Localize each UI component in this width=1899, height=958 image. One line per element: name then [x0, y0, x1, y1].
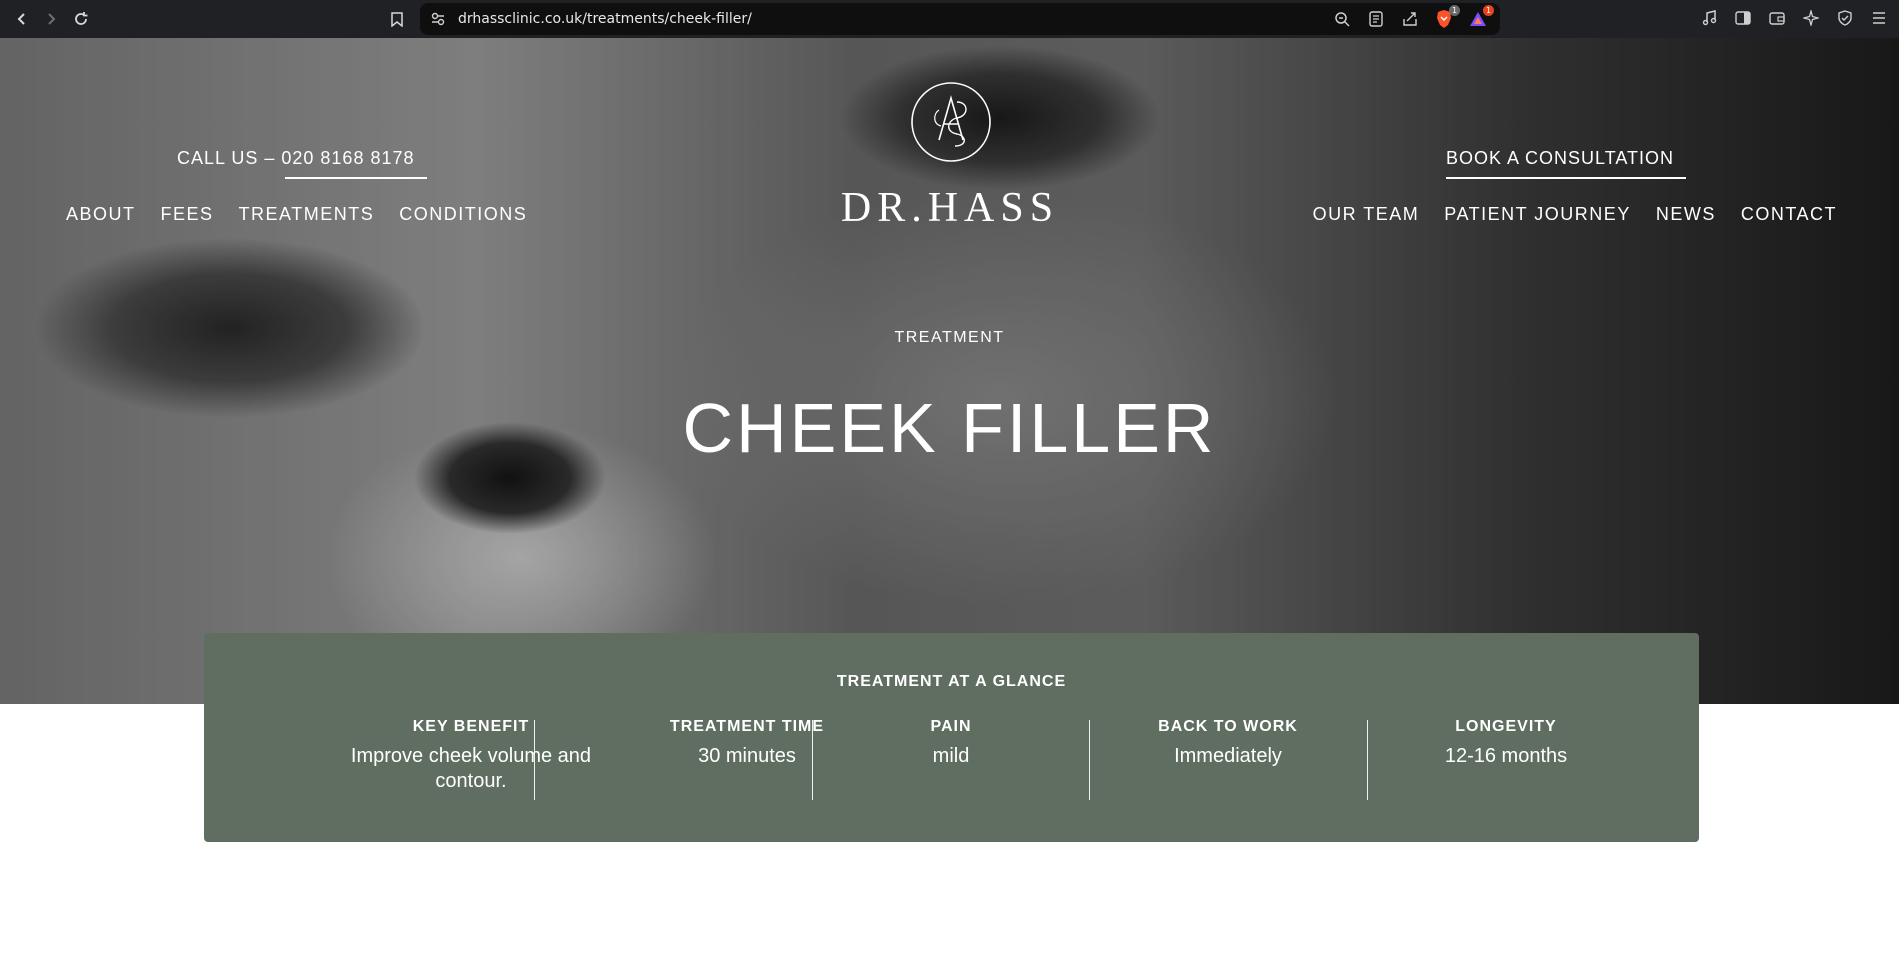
glance-label: PAIN [930, 718, 972, 735]
brave-shields-button[interactable]: 1 [1432, 5, 1460, 30]
zoom-button[interactable] [1330, 8, 1354, 30]
browser-toolbar: drhassclinic.co.uk/treatments/cheek-fill… [0, 0, 1899, 38]
nav-treatments[interactable]: TREATMENTS [239, 204, 375, 225]
media-button[interactable] [1697, 7, 1721, 29]
leo-ai-button[interactable] [1799, 7, 1823, 29]
shield-icon [1838, 10, 1852, 26]
reader-icon [1369, 11, 1383, 27]
hero-eyebrow: TREATMENT [894, 329, 1005, 346]
bookmark-icon [391, 11, 403, 27]
chevron-right-icon [48, 13, 56, 25]
nav-our-team[interactable]: OUR TEAM [1313, 204, 1420, 225]
glance-divider [1367, 720, 1368, 800]
bookmark-button[interactable] [384, 6, 410, 32]
glance-item-longevity: LONGEVITY 12-16 months [1377, 718, 1635, 769]
site-settings-icon[interactable] [430, 11, 446, 27]
hamburger-menu-icon [1873, 12, 1885, 24]
primary-nav-right: OUR TEAM PATIENT JOURNEY NEWS CONTACT [1313, 204, 1837, 225]
glance-divider [1089, 720, 1090, 800]
glance-divider [812, 720, 813, 800]
back-button[interactable] [9, 6, 35, 32]
treatment-at-a-glance-card: TREATMENT AT A GLANCE KEY BENEFIT Improv… [204, 633, 1699, 842]
call-us-link[interactable]: CALL US – 020 8168 8178 [177, 148, 415, 169]
hero-banner: CALL US – 020 8168 8178 BOOK A CONSULTAT… [0, 38, 1899, 704]
forward-button[interactable] [38, 6, 64, 32]
sparkle-icon [1803, 10, 1819, 26]
logo-wordmark[interactable]: DR.HASS [830, 184, 1070, 232]
glance-divider [534, 720, 535, 800]
nav-fees[interactable]: FEES [161, 204, 214, 225]
music-note-icon [1702, 10, 1717, 26]
nav-about[interactable]: ABOUT [66, 204, 136, 225]
glance-value: 12-16 months [1444, 745, 1568, 767]
wallet-icon [1769, 12, 1785, 25]
share-button[interactable] [1398, 8, 1422, 30]
glance-label: BACK TO WORK [1158, 718, 1298, 735]
zoom-icon [1335, 12, 1350, 27]
glance-label: KEY BENEFIT [412, 718, 530, 735]
address-bar[interactable]: drhassclinic.co.uk/treatments/cheek-fill… [420, 3, 1500, 35]
share-icon [1403, 12, 1417, 26]
glance-value: Improve cheek volume and contour. [350, 745, 592, 792]
book-consultation-link[interactable]: BOOK A CONSULTATION [1446, 148, 1674, 169]
glance-item-pain: PAIN mild [822, 718, 1080, 769]
rewards-badge: 1 [1483, 5, 1494, 16]
nav-news[interactable]: NEWS [1656, 204, 1716, 225]
reader-mode-button[interactable] [1364, 8, 1388, 30]
glance-title: TREATMENT AT A GLANCE [836, 673, 1067, 690]
glance-item-back-to-work: BACK TO WORK Immediately [1099, 718, 1357, 769]
shields-badge: 1 [1449, 5, 1460, 16]
chevron-left-icon [17, 13, 25, 25]
glance-label: LONGEVITY [1455, 718, 1557, 735]
nav-patient-journey[interactable]: PATIENT JOURNEY [1444, 204, 1631, 225]
primary-nav-left: ABOUT FEES TREATMENTS CONDITIONS [66, 204, 527, 225]
nav-contact[interactable]: CONTACT [1741, 204, 1837, 225]
sidebar-icon [1735, 11, 1751, 25]
reload-icon [75, 12, 88, 25]
wallet-button[interactable] [1765, 7, 1789, 29]
glance-value: mild [932, 745, 970, 767]
glance-value: Immediately [1174, 745, 1282, 767]
menu-button[interactable] [1867, 7, 1891, 29]
sidebar-button[interactable] [1731, 7, 1755, 29]
url-text[interactable]: drhassclinic.co.uk/treatments/cheek-fill… [458, 11, 752, 27]
call-us-underline [285, 177, 427, 179]
reload-button[interactable] [68, 6, 94, 32]
page-title: CHEEK FILLER [682, 389, 1217, 467]
glance-item-key-benefit: KEY BENEFIT Improve cheek volume and con… [342, 718, 600, 794]
vpn-button[interactable] [1833, 7, 1857, 29]
rewards-button[interactable]: 1 [1466, 5, 1494, 30]
logo-monogram-icon[interactable] [909, 80, 993, 164]
book-consultation-underline [1446, 177, 1686, 179]
nav-conditions[interactable]: CONDITIONS [399, 204, 527, 225]
